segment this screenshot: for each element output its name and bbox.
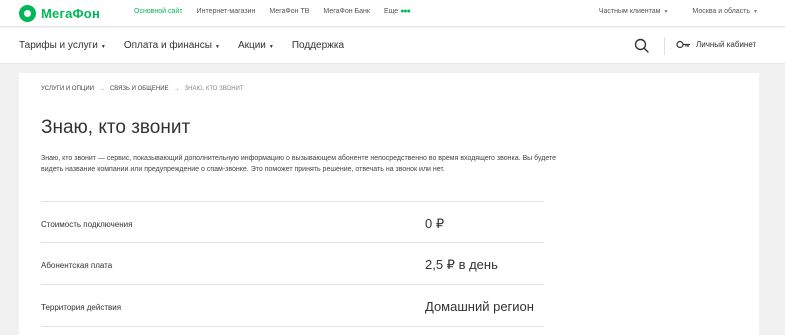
clients-selector-label: Частным клиентам	[598, 8, 661, 15]
param-value: Домашний регион	[425, 299, 534, 314]
nav-item-promos[interactable]: Акции ▼	[238, 40, 274, 51]
param-row-connection-cost: Стоимость подключения 0 ₽	[41, 201, 544, 243]
nav-item-tariffs[interactable]: Тарифы и услуги ▼	[19, 40, 106, 51]
more-label: Еще	[383, 8, 399, 15]
main-navigation: Тарифы и услуги ▼ Оплата и финансы ▼ Акции…	[0, 28, 785, 64]
param-row-subscription-fee: Абонентская плата 2,5 ₽ в день	[41, 243, 544, 285]
chevron-down-icon: ▼	[753, 9, 758, 15]
nav-divider	[664, 37, 665, 55]
chevron-down-icon: ▼	[663, 9, 669, 15]
nav-item-label: Тарифы и услуги	[19, 40, 98, 51]
nav-item-label: Поддержка	[291, 40, 345, 51]
logo-text: МегаФон	[41, 6, 100, 21]
top-link-bank[interactable]: МегаФон Банк	[323, 8, 370, 15]
param-label: Территория действия	[41, 303, 122, 312]
region-selector-label: Москва и область	[692, 8, 751, 15]
top-link-shop[interactable]: Интернет-магазин	[197, 8, 256, 15]
chevron-down-icon: ▼	[215, 44, 220, 50]
param-label: Стоимость подключения	[41, 220, 133, 229]
top-right-selectors: Частным клиентам ▼ Москва и область ▼	[575, 8, 758, 15]
top-link-tv[interactable]: МегаФон ТВ	[269, 8, 309, 15]
arrow-right-icon: →	[173, 86, 180, 92]
param-row-territory: Территория действия Домашний регион	[41, 285, 544, 327]
nav-item-support[interactable]: Поддержка	[292, 40, 344, 51]
top-utility-bar: МегаФон Основной сайт Интернет-магазин М…	[0, 0, 785, 27]
nav-item-label: Акции	[237, 40, 266, 51]
nav-item-payment[interactable]: Оплата и финансы ▼	[124, 40, 220, 51]
top-link-more[interactable]: Еще ●●●	[383, 8, 411, 15]
region-selector[interactable]: Москва и область ▼	[692, 8, 758, 15]
param-value: 0 ₽	[425, 216, 445, 231]
breadcrumb-item-communication[interactable]: Связь и общение	[110, 86, 169, 92]
param-value: 2,5 ₽ в день	[425, 257, 498, 272]
arrow-right-icon: →	[98, 86, 105, 92]
logo-icon	[19, 5, 36, 22]
breadcrumb: Услуги и опции → Связь и общение → Знаю,…	[41, 86, 244, 92]
chevron-down-icon: ▼	[268, 44, 274, 50]
key-icon	[676, 40, 690, 49]
service-params-table: Стоимость подключения 0 ₽ Абонентская пл…	[41, 201, 544, 327]
personal-cabinet-link[interactable]: Личный кабинет	[676, 40, 756, 49]
cabinet-label: Личный кабинет	[696, 40, 757, 49]
breadcrumb-item-services[interactable]: Услуги и опции	[41, 86, 94, 92]
search-button[interactable]	[633, 37, 651, 55]
content-card: Услуги и опции → Связь и общение → Знаю,…	[19, 73, 759, 335]
more-dots-icon: ●●●	[400, 8, 411, 15]
megafon-logo[interactable]: МегаФон	[19, 5, 100, 22]
chevron-down-icon: ▼	[100, 44, 106, 50]
page-title: Знаю, кто звонит	[41, 117, 191, 138]
top-links: Основной сайт Интернет-магазин МегаФон Т…	[134, 8, 424, 15]
param-label: Абонентская плата	[41, 261, 113, 270]
page-description: Знаю, кто звонит — сервис, показывающий …	[41, 155, 557, 173]
clients-selector[interactable]: Частным клиентам ▼	[599, 8, 669, 15]
nav-items: Тарифы и услуги ▼ Оплата и финансы ▼ Акции…	[19, 40, 362, 51]
top-link-main-site[interactable]: Основной сайт	[134, 8, 183, 15]
nav-item-label: Оплата и финансы	[123, 40, 212, 51]
breadcrumb-item-current: Знаю, кто звонит	[184, 86, 244, 92]
search-icon	[634, 38, 649, 53]
